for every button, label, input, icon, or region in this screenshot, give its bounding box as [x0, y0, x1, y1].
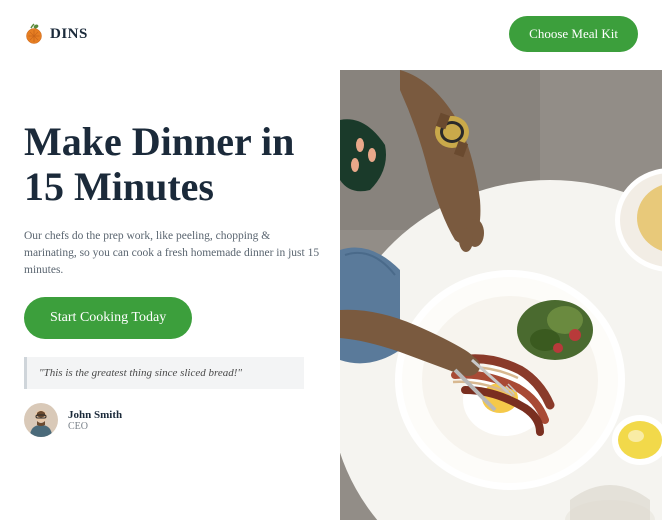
author-name: John Smith	[68, 409, 122, 421]
start-cooking-button[interactable]: Start Cooking Today	[24, 297, 192, 339]
hero-image-column	[340, 70, 662, 437]
testimonial-author: John Smith CEO	[24, 403, 324, 437]
header: DINS Choose Meal Kit	[0, 0, 662, 60]
main-content: Make Dinner in 15 Minutes Our chefs do t…	[0, 60, 662, 437]
author-title: CEO	[68, 421, 122, 432]
author-text: John Smith CEO	[68, 409, 122, 432]
testimonial-quote: "This is the greatest thing since sliced…	[24, 357, 304, 389]
choose-meal-kit-button[interactable]: Choose Meal Kit	[509, 16, 638, 52]
hero-headline: Make Dinner in 15 Minutes	[24, 120, 324, 210]
orange-fruit-icon	[24, 23, 44, 45]
logo[interactable]: DINS	[24, 23, 88, 45]
brand-name: DINS	[50, 26, 88, 43]
hero-subhead: Our chefs do the prep work, like peeling…	[24, 228, 324, 280]
author-avatar	[24, 403, 58, 437]
hero-food-image	[340, 70, 662, 520]
hero-text-column: Make Dinner in 15 Minutes Our chefs do t…	[24, 70, 324, 437]
